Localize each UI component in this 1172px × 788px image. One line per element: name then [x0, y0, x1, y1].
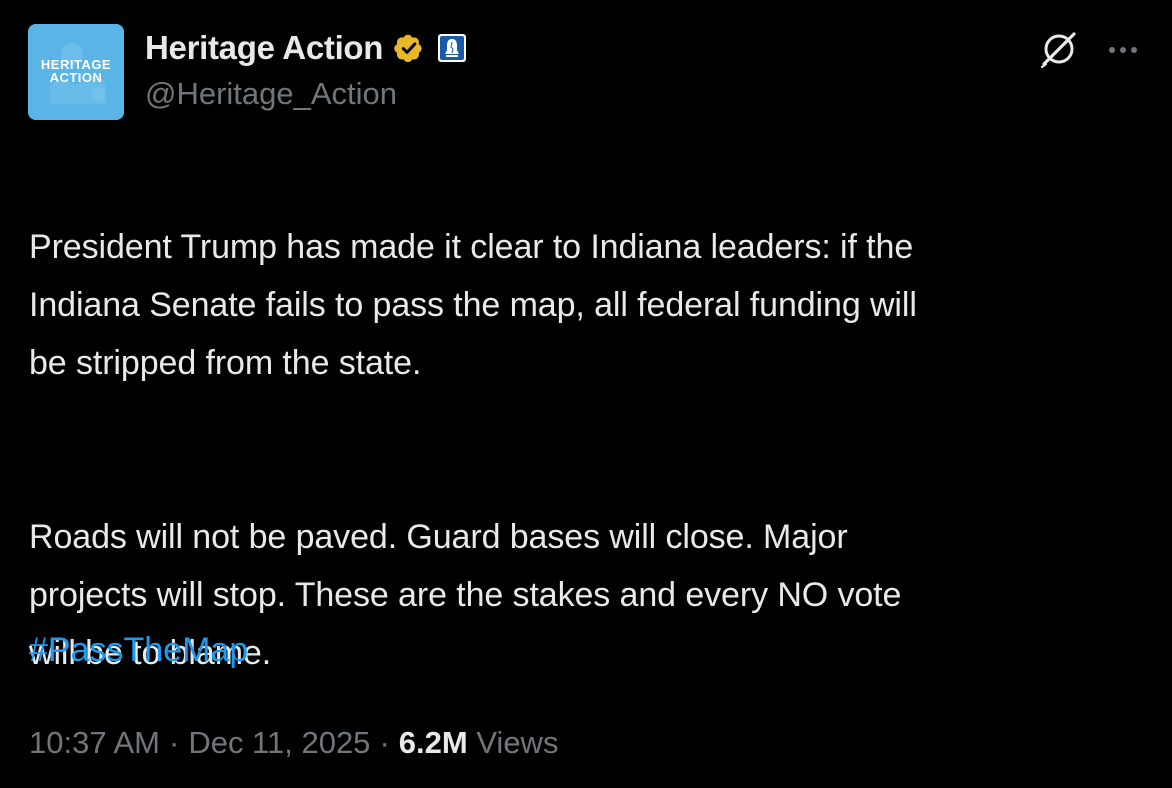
meta-separator: · — [379, 725, 390, 760]
gold-verified-badge-icon[interactable] — [391, 30, 427, 66]
name-row: Heritage Action — [145, 26, 467, 70]
more-options-icon[interactable] — [1100, 30, 1146, 70]
display-name[interactable]: Heritage Action — [145, 29, 383, 67]
meta-separator: · — [168, 725, 180, 760]
avatar-text-action: ACTION — [49, 70, 103, 85]
tweet-card: HERITAGE ACTION Heritage Action @Heritag… — [0, 0, 1172, 788]
views-count[interactable]: 6.2M — [399, 725, 468, 760]
avatar[interactable]: HERITAGE ACTION — [28, 24, 124, 120]
tweet-date[interactable]: Dec 11, 2025 — [188, 725, 370, 760]
hashtag-link[interactable]: #PassTheMap — [29, 621, 248, 679]
grok-icon[interactable] — [1036, 26, 1082, 72]
views-label: Views — [476, 725, 559, 760]
user-handle[interactable]: @Heritage_Action — [145, 76, 397, 112]
tweet-paragraph-1: President Trump has made it clear to Ind… — [29, 228, 917, 382]
tweet-meta: 10:37 AM · Dec 11, 2025 · 6.2M Views — [29, 720, 558, 766]
liberty-bell-affiliation-icon[interactable] — [437, 33, 467, 63]
tweet-time[interactable]: 10:37 AM — [29, 725, 160, 760]
